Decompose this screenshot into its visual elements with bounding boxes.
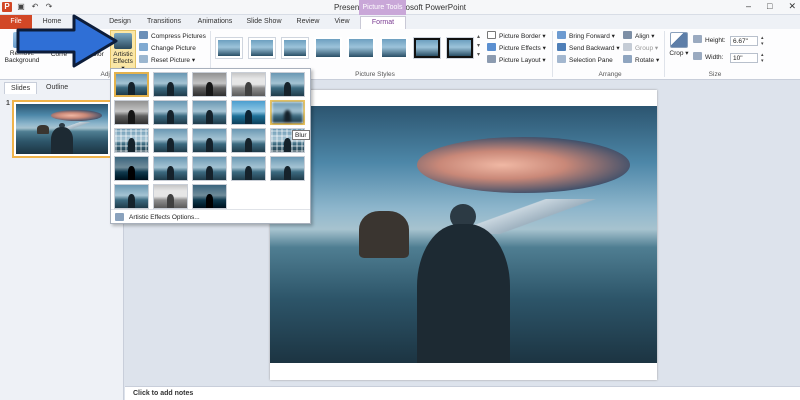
tab-outline[interactable]: Outline [40, 82, 74, 94]
group-separator [664, 31, 665, 77]
change-picture-icon [139, 43, 148, 51]
window-controls: – □ ✕ [746, 1, 796, 12]
picture-style-6[interactable] [380, 37, 408, 59]
reset-picture-button[interactable]: Reset Picture ▾ [139, 55, 195, 66]
picture-border-button[interactable]: Picture Border ▾ [487, 31, 546, 42]
width-label: Width: [693, 52, 723, 63]
picture-style-3[interactable] [281, 37, 309, 59]
slide-picture[interactable] [270, 106, 657, 363]
align-icon [623, 31, 632, 39]
picture-style-1[interactable] [215, 37, 243, 59]
tab-review[interactable]: Review [294, 16, 322, 29]
tab-view[interactable]: View [330, 16, 354, 29]
rotate-icon [623, 55, 632, 63]
selection-pane-button[interactable]: Selection Pane [557, 55, 613, 66]
crop-icon [670, 32, 688, 48]
align-button[interactable]: Align ▾ [623, 31, 655, 42]
bring-forward-button[interactable]: Bring Forward ▾ [557, 31, 615, 42]
effect-light-screen[interactable] [114, 128, 149, 153]
artistic-effects-gallery: Artistic Effects Options... [110, 68, 311, 224]
height-label: Height: [693, 35, 726, 46]
reset-picture-icon [139, 55, 148, 63]
tab-slide-show[interactable]: Slide Show [244, 16, 284, 29]
change-picture-button[interactable]: Change Picture [139, 43, 196, 54]
picture-layout-icon [487, 55, 496, 63]
slide-thumbnail[interactable] [12, 100, 112, 158]
effect-glow-edges[interactable] [192, 184, 227, 209]
height-field[interactable]: 6.67" [730, 36, 758, 46]
group-separator [552, 31, 553, 77]
tab-animations[interactable]: Animations [194, 16, 236, 29]
notes-pane[interactable]: Click to add notes [125, 386, 800, 400]
effect-crisscross-etching[interactable] [192, 156, 227, 181]
slides-panel: Slides Outline 1 [0, 80, 124, 400]
effect-marker[interactable] [153, 72, 188, 97]
picture-style-8[interactable] [446, 37, 474, 59]
group-button[interactable]: Group ▾ [623, 43, 658, 54]
effect-pastels-smooth[interactable] [231, 156, 266, 181]
effect-pencil-sketch[interactable] [231, 72, 266, 97]
bring-forward-icon [557, 31, 566, 39]
maximize-icon[interactable]: □ [767, 1, 772, 12]
blur-tooltip: Blur [292, 130, 310, 140]
options-icon [115, 213, 124, 221]
effect-glow-diffused[interactable] [231, 100, 266, 125]
effect-paint-brush[interactable] [192, 100, 227, 125]
effect-texturizer[interactable] [153, 156, 188, 181]
effect-plastic-wrap[interactable] [270, 156, 305, 181]
compress-icon [139, 31, 148, 39]
notes-placeholder: Click to add notes [133, 390, 194, 397]
width-spinner[interactable]: ▴ ▾ [761, 52, 764, 64]
group-icon [623, 43, 632, 51]
arrange-group-label: Arrange [598, 71, 622, 78]
effect-mosaic-bubbles[interactable] [231, 128, 266, 153]
effect-line-drawing[interactable] [270, 72, 305, 97]
picture-border-icon [487, 31, 496, 39]
picture-style-2[interactable] [248, 37, 276, 59]
effect-photocopy[interactable] [153, 184, 188, 209]
slide-thumbnail-image [16, 104, 108, 154]
rotate-button[interactable]: Rotate ▾ [623, 55, 659, 66]
picture-style-7[interactable] [413, 37, 441, 59]
picture-style-4[interactable] [314, 37, 342, 59]
selection-pane-icon [557, 55, 566, 63]
picture-style-5[interactable] [347, 37, 375, 59]
picture-layout-button[interactable]: Picture Layout ▾ [487, 55, 546, 66]
slide-canvas[interactable] [270, 90, 657, 380]
minimize-icon[interactable]: – [746, 1, 751, 12]
tab-transitions[interactable]: Transitions [144, 16, 184, 29]
height-spinner[interactable]: ▴ ▾ [761, 35, 764, 47]
picture-tools-label: Picture Tools [359, 0, 406, 15]
picture-effects-button[interactable]: Picture Effects ▾ [487, 43, 546, 54]
effect-blur[interactable] [270, 100, 305, 125]
picture-styles-group-label: Picture Styles [355, 71, 395, 78]
effect-cement[interactable] [114, 156, 149, 181]
effect-pencil-grayscale[interactable] [192, 72, 227, 97]
artistic-effects-options[interactable]: Artistic Effects Options... [111, 209, 310, 224]
effect-film-grain[interactable] [192, 128, 227, 153]
send-backward-icon [557, 43, 566, 51]
compress-pictures-button[interactable]: Compress Pictures [139, 31, 206, 42]
crop-button[interactable]: Crop ▾ [668, 32, 690, 57]
effect-chalk-sketch[interactable] [114, 100, 149, 125]
lake-person-photo [270, 106, 657, 363]
tab-format[interactable]: Format [360, 16, 406, 29]
width-field[interactable]: 10" [730, 53, 758, 63]
effect-paint-strokes[interactable] [153, 100, 188, 125]
picture-effects-icon [487, 43, 496, 51]
tab-slides[interactable]: Slides [4, 82, 38, 94]
effect-none[interactable] [114, 72, 149, 97]
send-backward-button[interactable]: Send Backward ▾ [557, 43, 620, 54]
size-group-label: Size [708, 71, 722, 78]
pointer-arrow-icon [16, 14, 118, 68]
close-icon[interactable]: ✕ [788, 1, 796, 12]
effect-cutout[interactable] [114, 184, 149, 209]
width-icon [693, 52, 702, 60]
slide-number: 1 [6, 100, 10, 107]
styles-scroll-arrows[interactable]: ▴ ▾ ▾ [477, 33, 480, 60]
height-icon [693, 35, 702, 43]
effect-watercolor-sponge[interactable] [153, 128, 188, 153]
